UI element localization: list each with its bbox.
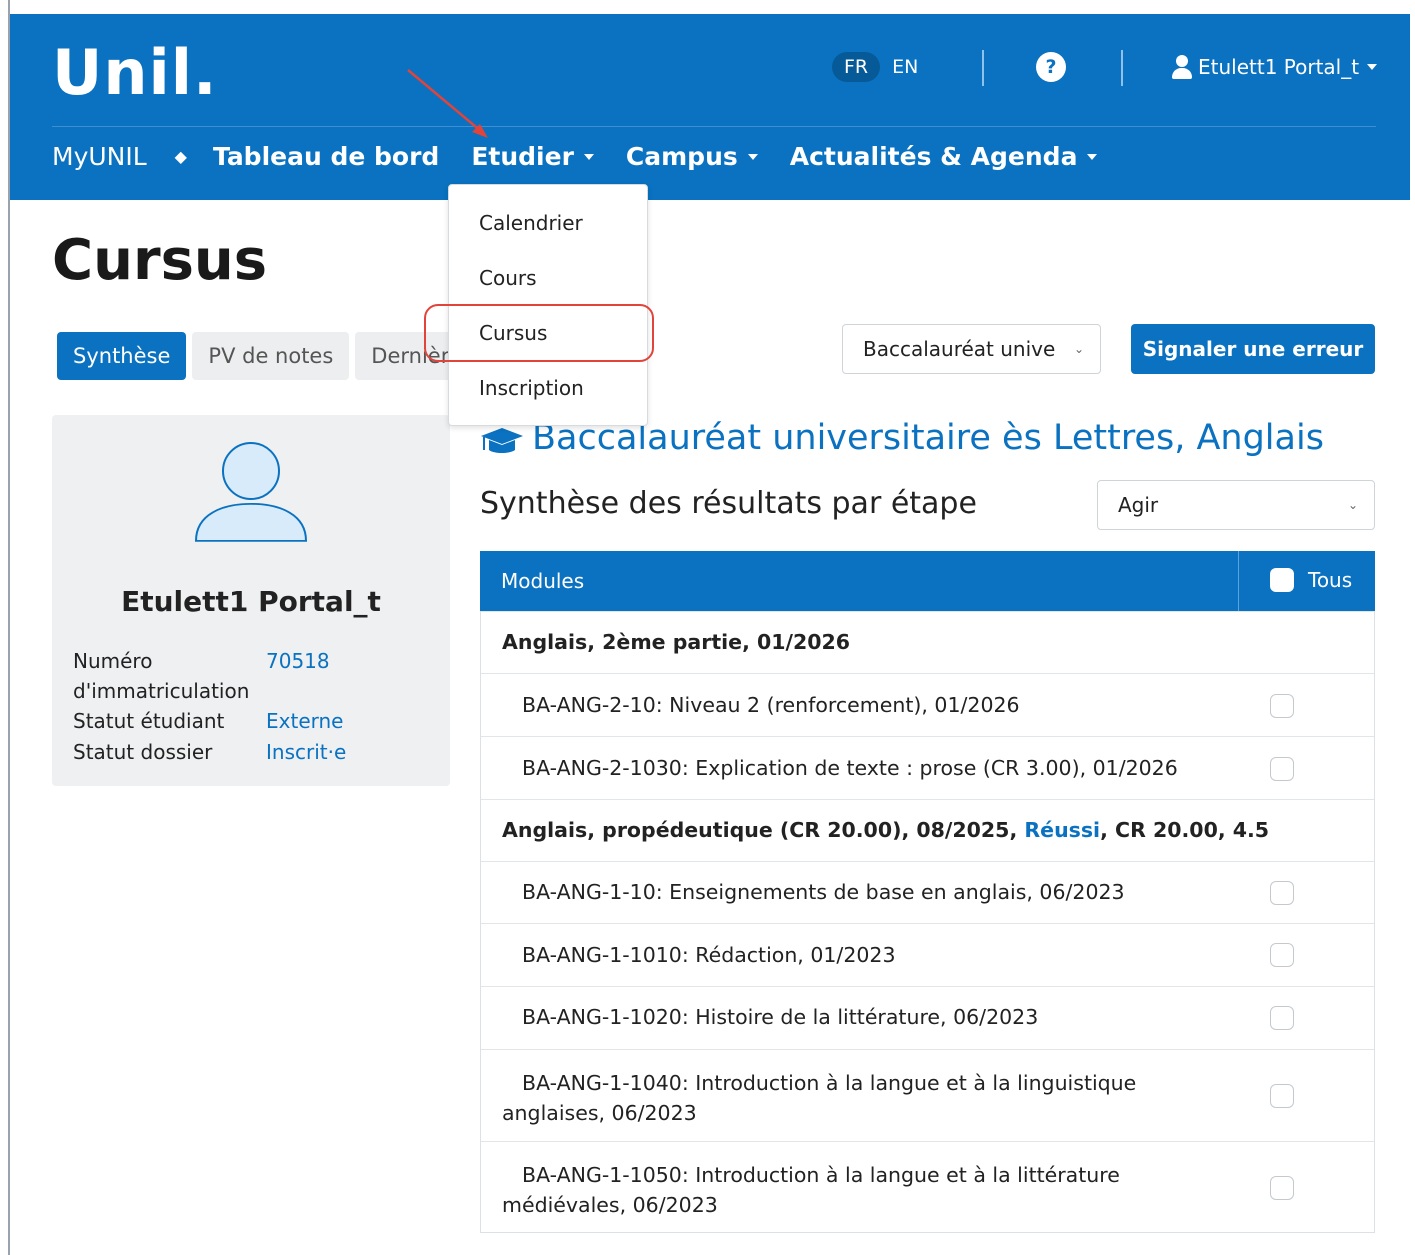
module-label: BA-ANG-1-1010: Rédaction, 01/2023: [522, 943, 896, 967]
module-label: BA-ANG-1-1040: Introduction à la langue …: [502, 1071, 1137, 1125]
group-label-text: Anglais, propédeutique (CR 20.00), 08/20…: [502, 818, 1025, 842]
header-divider: [1121, 50, 1123, 86]
status-link-reussi[interactable]: Réussi: [1024, 818, 1100, 842]
group-label-text: , CR 20.00, 4.5: [1100, 818, 1270, 842]
modules-table: Modules Tous Anglais, 2ème partie, 01/20…: [480, 551, 1375, 1233]
table-header: Modules Tous: [480, 551, 1375, 611]
table-row-group: Anglais, propédeutique (CR 20.00), 08/20…: [481, 799, 1374, 861]
select-all[interactable]: Tous: [1270, 568, 1352, 592]
nav-actualites-agenda[interactable]: Actualités & Agenda: [790, 142, 1098, 171]
nav-etudier[interactable]: Etudier: [471, 142, 594, 171]
module-label: BA-ANG-2-1030: Explication de texte : pr…: [522, 756, 1178, 780]
chevron-down-icon: [583, 153, 594, 160]
table-row[interactable]: BA-ANG-1-1050: Introduction à la langue …: [481, 1141, 1374, 1232]
action-select[interactable]: Agir ⌄: [1097, 480, 1375, 530]
user-icon: [1170, 54, 1194, 80]
nav-label: Actualités & Agenda: [789, 142, 1078, 171]
module-label: BA-ANG-1-10: Enseignements de base en an…: [522, 880, 1125, 904]
unil-logo[interactable]: Unil.: [52, 36, 218, 109]
profile-card: Etulett1 Portal_t Numéro d'immatriculati…: [52, 415, 450, 786]
select-all-checkbox[interactable]: [1270, 568, 1294, 592]
main-nav: MyUNIL ◆ Tableau de bord Etudier Campus …: [52, 142, 1129, 171]
table-row[interactable]: BA-ANG-1-10: Enseignements de base en an…: [481, 861, 1374, 923]
group-label: Anglais, 2ème partie, 01/2026: [502, 630, 851, 654]
header-rule: [52, 126, 1376, 127]
value-statut-dossier: Inscrit·e: [266, 740, 347, 764]
nav-label: Etudier: [471, 142, 574, 171]
user-name: Etulett1 Portal_t: [1198, 55, 1360, 79]
chevron-down-icon: [1367, 64, 1378, 70]
label-statut-etudiant: Statut étudiant: [73, 709, 225, 733]
tab-synthese[interactable]: Synthèse: [57, 332, 187, 380]
report-error-button[interactable]: Signaler une erreur: [1131, 324, 1375, 374]
column-divider: [1238, 551, 1239, 611]
annotation-arrow-icon: [407, 69, 488, 138]
table-row[interactable]: BA-ANG-2-10: Niveau 2 (renforcement), 01…: [481, 673, 1374, 736]
action-select-value: Agir: [1118, 493, 1159, 517]
module-label: BA-ANG-1-1050: Introduction à la langue …: [502, 1163, 1120, 1217]
table-row[interactable]: BA-ANG-1-1010: Rédaction, 01/2023: [481, 923, 1374, 986]
group-label: Anglais, propédeutique (CR 20.00), 08/20…: [502, 818, 1364, 842]
table-body: Anglais, 2ème partie, 01/2026 BA-ANG-2-1…: [480, 611, 1375, 1233]
label-immatriculation: d'immatriculation: [73, 679, 250, 703]
nav-home[interactable]: MyUNIL: [52, 142, 147, 171]
menu-item-calendrier[interactable]: Calendrier: [479, 211, 583, 235]
row-checkbox[interactable]: [1270, 694, 1294, 718]
chevron-down-icon: [1087, 153, 1098, 160]
row-checkbox[interactable]: [1270, 943, 1294, 967]
row-checkbox[interactable]: [1270, 1084, 1294, 1108]
module-label: BA-ANG-2-10: Niveau 2 (renforcement), 01…: [522, 693, 1020, 717]
lang-fr[interactable]: FR: [832, 52, 881, 82]
diamond-separator-icon: ◆: [174, 147, 187, 166]
column-modules: Modules: [501, 569, 585, 593]
column-all-label: Tous: [1308, 568, 1353, 592]
nav-label: Campus: [625, 142, 738, 171]
menu-item-inscription[interactable]: Inscription: [479, 376, 584, 400]
table-row-group: Anglais, 2ème partie, 01/2026: [481, 611, 1374, 673]
header-divider: [982, 50, 984, 86]
menu-item-cours[interactable]: Cours: [479, 266, 537, 290]
nav-tableau-de-bord[interactable]: Tableau de bord: [213, 142, 439, 171]
label-statut-dossier: Statut dossier: [73, 740, 213, 764]
value-statut-etudiant: Externe: [266, 709, 344, 733]
annotation-highlight: [424, 304, 654, 362]
program-select[interactable]: Baccalauréat unive ⌄: [842, 324, 1101, 374]
help-icon[interactable]: ?: [1036, 52, 1066, 82]
view-tabs: Synthèse PV de notes Dernière: [57, 332, 471, 380]
row-checkbox[interactable]: [1270, 757, 1294, 781]
user-menu[interactable]: Etulett1 Portal_t: [1170, 54, 1378, 80]
section-title: Synthèse des résultats par étape: [480, 486, 977, 521]
value-numero: 70518: [266, 649, 330, 673]
chevron-down-icon: ⌄: [1073, 342, 1084, 356]
program-title-text: Baccalauréat universitaire ès Lettres, A…: [532, 418, 1324, 458]
profile-name: Etulett1 Portal_t: [121, 585, 381, 618]
table-row[interactable]: BA-ANG-1-1020: Histoire de la littératur…: [481, 986, 1374, 1049]
table-row[interactable]: BA-ANG-2-1030: Explication de texte : pr…: [481, 736, 1374, 799]
row-checkbox[interactable]: [1270, 1006, 1294, 1030]
page-title: Cursus: [52, 228, 268, 293]
table-row[interactable]: BA-ANG-1-1040: Introduction à la langue …: [481, 1049, 1374, 1141]
tab-pv-de-notes[interactable]: PV de notes: [192, 332, 350, 380]
program-select-value: Baccalauréat unive: [863, 337, 1056, 361]
row-checkbox[interactable]: [1270, 881, 1294, 905]
user-avatar-icon: [194, 442, 308, 542]
language-switcher: FR EN: [832, 52, 918, 82]
site-header: Unil. FR EN ? Etulett1 Portal_t MyUNIL ◆…: [10, 14, 1410, 200]
nav-label: Tableau de bord: [212, 142, 440, 171]
module-label: BA-ANG-1-1020: Histoire de la littératur…: [522, 1005, 1039, 1029]
row-checkbox[interactable]: [1270, 1176, 1294, 1200]
nav-campus[interactable]: Campus: [626, 142, 758, 171]
label-numero: Numéro: [73, 649, 153, 673]
lang-en[interactable]: EN: [892, 56, 918, 78]
chevron-down-icon: ⌄: [1347, 498, 1358, 512]
chevron-down-icon: [747, 153, 758, 160]
